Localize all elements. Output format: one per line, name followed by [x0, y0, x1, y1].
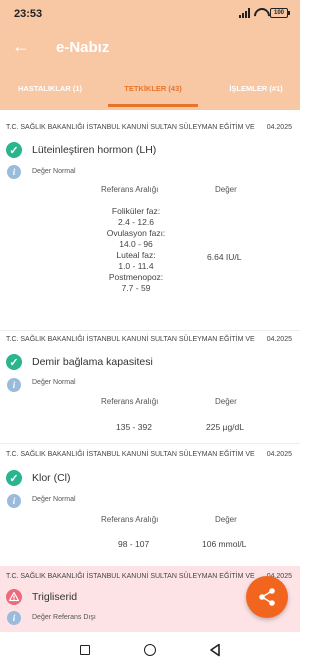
institution-name: T.C. SAĞLIK BAKANLIĞI İSTANBUL KANUNİ SU…: [6, 573, 255, 580]
tab-procedures[interactable]: İŞLEMLER (#1): [214, 84, 298, 93]
record-date: 04.2025: [266, 336, 292, 343]
info-icon[interactable]: i: [7, 494, 21, 508]
value-status: Değer Normal: [32, 379, 76, 386]
share-icon: [259, 588, 275, 606]
reference-range: 135 - 392: [116, 422, 152, 432]
battery-icon: 100: [270, 8, 290, 18]
reference-range: 98 - 107: [118, 539, 150, 549]
ref-line: Postmenopoz:: [108, 272, 164, 282]
warning-icon: [6, 589, 22, 605]
ref-line: 1.0 - 11.4: [118, 261, 154, 271]
reference-range-label: Referans Aralığı: [101, 515, 159, 524]
wifi-icon: [254, 8, 266, 18]
check-circle-icon: ✓: [6, 470, 22, 486]
ref-line: 7.7 - 59: [121, 283, 151, 293]
home-icon[interactable]: [144, 644, 156, 656]
info-icon[interactable]: i: [7, 611, 21, 625]
ref-line: Foliküler faz:: [111, 206, 161, 216]
tab-bar: HASTALIKLAR (1) TETKİKLER (43) İŞLEMLER …: [0, 76, 300, 106]
test-record[interactable]: T.C. SAĞLIK BAKANLIĞI İSTANBUL KANUNİ SU…: [0, 331, 300, 443]
ref-line: 2.4 - 12.6: [118, 217, 154, 227]
value-label: Değer: [215, 185, 237, 194]
test-value: 6.64 IU/L: [207, 252, 242, 262]
value-status: Değer Normal: [32, 496, 76, 503]
share-button[interactable]: [246, 576, 288, 618]
tab-tests[interactable]: TETKİKLER (43): [108, 84, 198, 93]
test-value: 225 µg/dL: [206, 422, 244, 432]
reference-range-list: Foliküler faz: 2.4 - 12.6 Ovulasyon fazı…: [94, 206, 178, 294]
info-icon[interactable]: i: [7, 378, 21, 392]
app-title: e-Nabız: [56, 39, 110, 56]
test-value: 106 mmol/L: [202, 539, 247, 549]
ref-line: 14.0 - 96: [119, 239, 153, 249]
test-record[interactable]: T.C. SAĞLIK BAKANLIĞI İSTANBUL KANUNİ SU…: [0, 118, 300, 330]
test-record[interactable]: T.C. SAĞLIK BAKANLIĞI İSTANBUL KANUNİ SU…: [0, 444, 300, 566]
test-name: Klor (Cl): [32, 472, 71, 484]
signal-icon: [239, 8, 250, 18]
status-bar: 23:53 100: [0, 0, 300, 28]
record-date: 04.2025: [266, 124, 292, 131]
value-label: Değer: [215, 397, 237, 406]
institution-name: T.C. SAĞLIK BAKANLIĞI İSTANBUL KANUNİ SU…: [6, 451, 255, 458]
reference-range-label: Referans Aralığı: [101, 185, 159, 194]
app-header: 23:53 100 ← e-Nabız HASTALIKLAR (1) TETK…: [0, 0, 300, 110]
battery-level: 100: [270, 8, 288, 18]
check-circle-icon: ✓: [6, 142, 22, 158]
value-status: Değer Normal: [32, 168, 76, 175]
info-icon[interactable]: i: [7, 165, 21, 179]
test-name: Trigliserid: [32, 591, 78, 603]
ref-line: Luteal faz:: [116, 250, 156, 260]
check-circle-icon: ✓: [6, 354, 22, 370]
test-name: Demir bağlama kapasitesi: [32, 356, 153, 368]
test-name: Lüteinleştiren hormon (LH): [32, 144, 157, 156]
arrow-left-icon[interactable]: ←: [12, 36, 30, 57]
tab-diseases[interactable]: HASTALIKLAR (1): [10, 84, 90, 93]
ref-line: Ovulasyon fazı:: [106, 228, 166, 238]
active-tab-indicator: [108, 104, 198, 107]
institution-name: T.C. SAĞLIK BAKANLIĞI İSTANBUL KANUNİ SU…: [6, 336, 255, 343]
status-time: 23:53: [14, 8, 43, 20]
institution-name: T.C. SAĞLIK BAKANLIĞI İSTANBUL KANUNİ SU…: [6, 124, 255, 131]
status-icons: 100: [239, 8, 290, 18]
value-label: Değer: [215, 515, 237, 524]
reference-range-label: Referans Aralığı: [101, 397, 159, 406]
value-status: Değer Referans Dışı: [32, 614, 96, 621]
back-icon[interactable]: [208, 643, 222, 657]
record-date: 04.2025: [266, 451, 292, 458]
app-bar: ← e-Nabız: [0, 30, 300, 66]
system-nav-bar: [0, 632, 300, 668]
recent-apps-icon[interactable]: [80, 645, 90, 655]
